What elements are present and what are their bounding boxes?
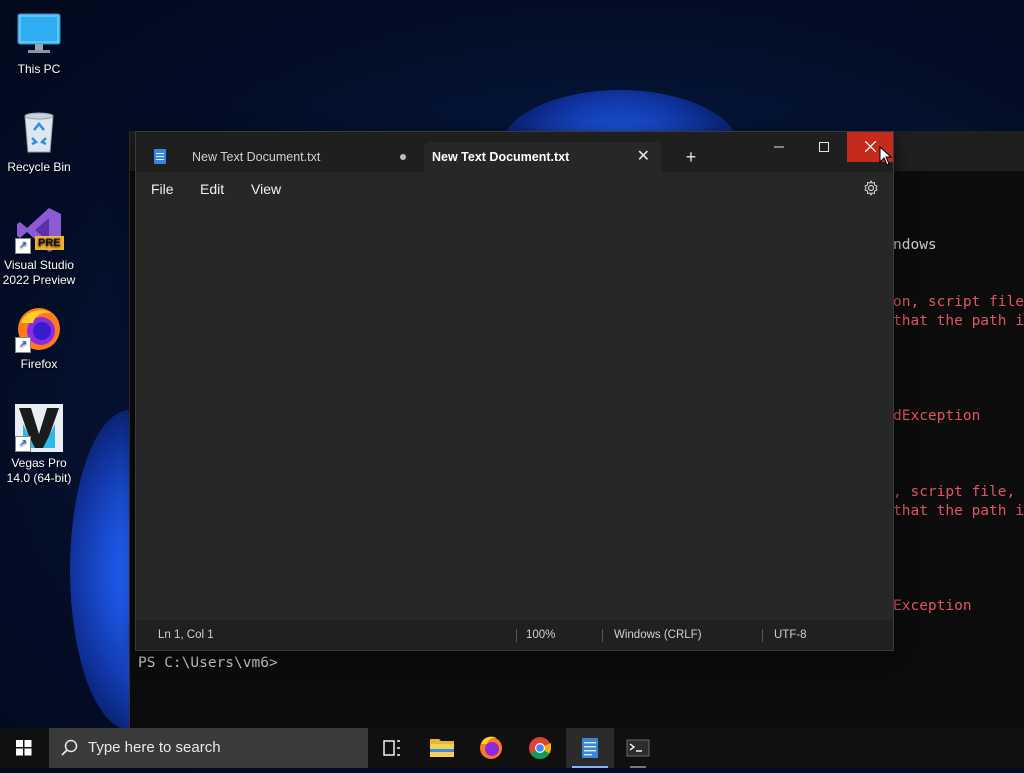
line-ending[interactable]: Windows (CRLF) <box>614 620 702 650</box>
zoom-level[interactable]: 100% <box>526 620 555 650</box>
terminal-output-line: on, script file <box>893 294 1024 310</box>
terminal-output-line: Exception <box>893 598 972 614</box>
status-divider <box>762 629 763 642</box>
taskbar-firefox[interactable] <box>467 728 515 768</box>
terminal-icon <box>626 739 650 757</box>
menu-view[interactable]: View <box>251 181 281 197</box>
desktop-icon-label: Firefox <box>20 357 58 371</box>
desktop-icon-visual-studio[interactable]: PRE ↗ Visual Studio 2022 Preview <box>0 206 78 288</box>
search-placeholder: Type here to search <box>88 739 221 756</box>
file-explorer-icon <box>430 739 454 757</box>
task-view-button[interactable] <box>368 728 416 768</box>
start-button[interactable] <box>0 728 48 768</box>
cursor-position: Ln 1, Col 1 <box>158 629 214 641</box>
shortcut-arrow-icon: ↗ <box>15 337 31 353</box>
vegas-pro-icon: ↗ <box>15 404 63 452</box>
maximize-icon <box>818 142 829 152</box>
recycle-bin-icon <box>15 108 63 156</box>
terminal-prompt[interactable]: PS C:\Users\vm6> <box>138 655 278 671</box>
desktop-icon-recycle-bin[interactable]: Recycle Bin <box>0 108 78 175</box>
notepad-window[interactable]: New Text Document.txt New Text Document.… <box>135 131 894 651</box>
desktop-icon-firefox[interactable]: ↗ Firefox <box>0 305 78 372</box>
desktop-icon-label: Recycle Bin <box>7 160 71 174</box>
unsaved-dot-icon[interactable] <box>400 154 406 160</box>
tab-document-1[interactable]: New Text Document.txt <box>144 142 422 172</box>
taskbar-notepad[interactable] <box>566 728 614 768</box>
add-tab-button[interactable]: + <box>676 142 706 172</box>
desktop-icon-label: Visual Studio <box>4 258 74 272</box>
taskbar: Type here to search <box>0 728 1024 768</box>
terminal-output-line: , script file, <box>893 484 1024 500</box>
taskbar-terminal[interactable] <box>614 728 662 768</box>
taskbar-chrome[interactable] <box>516 728 564 768</box>
menu-edit[interactable]: Edit <box>200 181 224 197</box>
tab-document-2[interactable]: New Text Document.txt ✕ <box>424 142 662 172</box>
encoding[interactable]: UTF-8 <box>774 620 807 650</box>
desktop-icon-this-pc[interactable]: This PC <box>0 10 78 77</box>
minimize-icon <box>773 146 784 148</box>
maximize-button[interactable] <box>801 132 846 162</box>
status-divider <box>602 629 603 642</box>
tab-title: New Text Document.txt <box>432 150 570 164</box>
menu-bar: File Edit View <box>136 172 893 208</box>
tab-title: New Text Document.txt <box>192 150 321 164</box>
terminal-output-line: that the path i <box>893 313 1024 329</box>
visual-studio-icon: PRE ↗ <box>15 206 64 254</box>
close-icon <box>864 140 876 153</box>
desktop-icon-label: 2022 Preview <box>2 273 76 287</box>
terminal-output-line: that the path i <box>893 503 1024 519</box>
status-bar: Ln 1, Col 1 100% Windows (CRLF) UTF-8 <box>136 620 893 650</box>
close-tab-icon[interactable]: ✕ <box>637 142 650 172</box>
shortcut-arrow-icon: ↗ <box>15 238 31 254</box>
desktop-icon-vegas-pro[interactable]: ↗ Vegas Pro 14.0 (64-bit) <box>0 404 78 486</box>
firefox-icon <box>480 736 502 759</box>
preview-badge: PRE <box>35 236 64 250</box>
desktop-icon-label: This PC <box>17 62 61 76</box>
notepad-icon <box>154 149 166 164</box>
text-editor-area[interactable] <box>136 208 893 616</box>
settings-gear-icon[interactable] <box>863 179 879 201</box>
windows-logo-icon <box>16 740 32 756</box>
search-icon <box>61 739 78 756</box>
terminal-output-line: ndows <box>893 237 937 253</box>
chrome-icon <box>529 737 551 759</box>
notepad-icon <box>582 738 598 758</box>
desktop-icon-label: Vegas Pro <box>11 456 67 470</box>
taskbar-file-explorer[interactable] <box>418 728 466 768</box>
shortcut-arrow-icon: ↗ <box>15 436 31 452</box>
search-box[interactable]: Type here to search <box>49 728 368 768</box>
task-view-icon <box>383 740 400 756</box>
desktop-icon-label: 14.0 (64-bit) <box>6 471 72 485</box>
firefox-icon: ↗ <box>15 305 63 353</box>
monitor-icon <box>15 10 63 58</box>
notepad-titlebar[interactable]: New Text Document.txt New Text Document.… <box>136 132 893 172</box>
status-divider <box>516 629 517 642</box>
minimize-button[interactable] <box>756 132 801 162</box>
menu-file[interactable]: File <box>151 181 174 197</box>
terminal-output-line: dException <box>893 408 981 424</box>
